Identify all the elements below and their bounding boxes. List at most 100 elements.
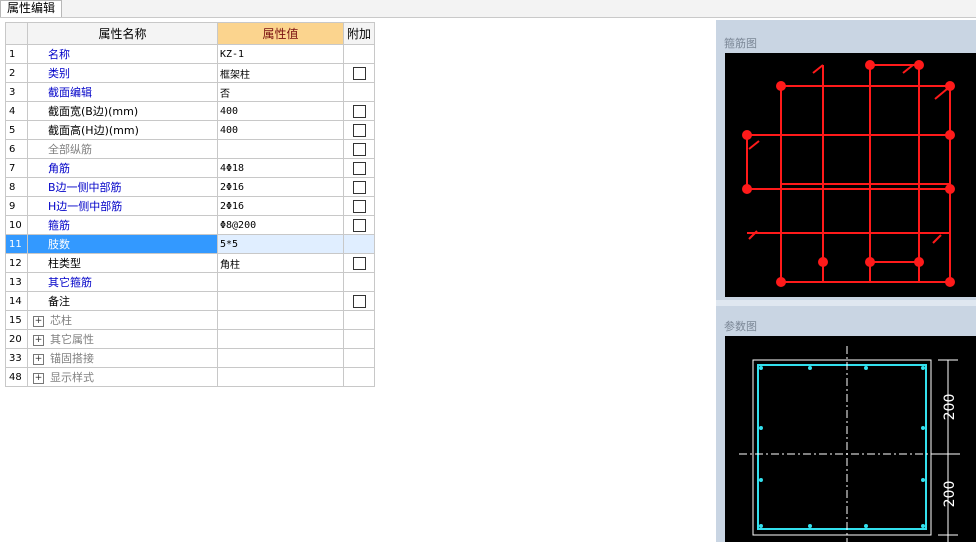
property-value-cell[interactable] xyxy=(217,139,344,159)
table-row[interactable]: 14 备注 xyxy=(5,291,375,311)
row-number: 7 xyxy=(5,158,28,178)
extra-checkbox[interactable] xyxy=(352,142,366,156)
property-value-cell[interactable]: 否 xyxy=(217,82,344,102)
rebar-point xyxy=(945,130,955,140)
property-name-cell[interactable]: + 锚固搭接 xyxy=(27,348,218,368)
property-value-cell[interactable]: 5*5 xyxy=(217,234,344,254)
section-rebar-dot xyxy=(921,524,925,528)
extra-checkbox[interactable] xyxy=(352,199,366,213)
rebar-point xyxy=(914,257,924,267)
extra-cell[interactable] xyxy=(343,215,375,235)
table-row[interactable]: 9 H边一侧中部筋 2Φ16 xyxy=(5,196,375,216)
property-value-cell[interactable]: 角柱 xyxy=(217,253,344,273)
table-row[interactable]: 33 + 锚固搭接 xyxy=(5,348,375,368)
table-row[interactable]: 11 肢数 5*5 xyxy=(5,234,375,254)
param-diagram[interactable]: 200 200 xyxy=(725,336,976,542)
section-rebar-dots xyxy=(759,366,925,528)
property-name-cell[interactable]: 箍筋 xyxy=(27,215,218,235)
header-property-value[interactable]: 属性值 xyxy=(217,22,344,45)
table-row[interactable]: 3 截面编辑 否 xyxy=(5,82,375,102)
extra-checkbox[interactable] xyxy=(352,180,366,194)
extra-checkbox[interactable] xyxy=(352,123,366,137)
extra-checkbox[interactable] xyxy=(352,66,366,80)
tab-property-editor[interactable]: 属性编辑 xyxy=(0,0,63,17)
extra-checkbox[interactable] xyxy=(352,104,366,118)
table-row[interactable]: 2 类别 框架柱 xyxy=(5,63,375,83)
property-value-cell[interactable] xyxy=(217,291,344,311)
extra-checkbox[interactable] xyxy=(352,218,366,232)
row-number: 14 xyxy=(5,291,28,311)
property-name-cell[interactable]: 截面高(H边)(mm) xyxy=(27,120,218,140)
property-value-cell[interactable] xyxy=(217,272,344,292)
extra-cell[interactable] xyxy=(343,120,375,140)
property-name-cell[interactable]: 柱类型 xyxy=(27,253,218,273)
property-name-label: H边一侧中部筋 xyxy=(48,200,123,213)
property-name-cell[interactable]: + 芯柱 xyxy=(27,310,218,330)
property-value-cell[interactable] xyxy=(217,348,344,368)
extra-cell[interactable] xyxy=(343,177,375,197)
property-value-cell[interactable]: KZ-1 xyxy=(217,44,344,64)
extra-checkbox[interactable] xyxy=(352,256,366,270)
row-number: 48 xyxy=(5,367,28,387)
expand-icon[interactable]: + xyxy=(33,353,44,365)
table-row[interactable]: 6 全部纵筋 xyxy=(5,139,375,159)
rebar-point xyxy=(865,60,875,70)
property-name-cell[interactable]: + 其它属性 xyxy=(27,329,218,349)
property-name-cell[interactable]: H边一侧中部筋 xyxy=(27,196,218,216)
expand-icon[interactable]: + xyxy=(33,372,44,384)
property-value-cell[interactable] xyxy=(217,310,344,330)
extra-checkbox[interactable] xyxy=(352,294,366,308)
expand-icon[interactable]: + xyxy=(33,334,44,346)
rebar-diagram-svg xyxy=(742,60,955,287)
property-name-cell[interactable]: 备注 xyxy=(27,291,218,311)
property-value-cell[interactable]: Φ8@200 xyxy=(217,215,344,235)
extra-cell[interactable] xyxy=(343,63,375,83)
property-name-cell[interactable]: 类别 xyxy=(27,63,218,83)
header-extra[interactable]: 附加 xyxy=(343,22,375,45)
table-row[interactable]: 8 B边一侧中部筋 2Φ16 xyxy=(5,177,375,197)
property-name-cell[interactable]: 全部纵筋 xyxy=(27,139,218,159)
table-row[interactable]: 4 截面宽(B边)(mm) 400 xyxy=(5,101,375,121)
property-value-cell[interactable]: 4Φ18 xyxy=(217,158,344,178)
property-value-cell[interactable] xyxy=(217,329,344,349)
table-row[interactable]: 1 名称 KZ-1 xyxy=(5,44,375,64)
property-name-cell[interactable]: 截面编辑 xyxy=(27,82,218,102)
extra-cell[interactable] xyxy=(343,158,375,178)
property-name-cell[interactable]: 角筋 xyxy=(27,158,218,178)
property-value-cell[interactable]: 框架柱 xyxy=(217,63,344,83)
expand-icon[interactable]: + xyxy=(33,315,44,327)
property-value-cell[interactable]: 2Φ16 xyxy=(217,177,344,197)
rebar-diagram[interactable] xyxy=(725,53,976,297)
table-row[interactable]: 12 柱类型 角柱 xyxy=(5,253,375,273)
property-name-cell[interactable]: 截面宽(B边)(mm) xyxy=(27,101,218,121)
hook-mark xyxy=(812,64,824,74)
table-row[interactable]: 10 箍筋 Φ8@200 xyxy=(5,215,375,235)
property-value-cell[interactable]: 2Φ16 xyxy=(217,196,344,216)
property-name-cell[interactable]: 其它箍筋 xyxy=(27,272,218,292)
extra-checkbox[interactable] xyxy=(352,161,366,175)
rebar-point xyxy=(776,81,786,91)
extra-cell[interactable] xyxy=(343,139,375,159)
header-property-name[interactable]: 属性名称 xyxy=(27,22,218,45)
property-name-cell[interactable]: + 显示样式 xyxy=(27,367,218,387)
table-row[interactable]: 13 其它箍筋 xyxy=(5,272,375,292)
table-row[interactable]: 15 + 芯柱 xyxy=(5,310,375,330)
property-value-cell[interactable] xyxy=(217,367,344,387)
property-name-cell[interactable]: 名称 xyxy=(27,44,218,64)
table-row[interactable]: 5 截面高(H边)(mm) 400 xyxy=(5,120,375,140)
table-row[interactable]: 20 + 其它属性 xyxy=(5,329,375,349)
property-value-cell[interactable]: 400 xyxy=(217,101,344,121)
extra-cell[interactable] xyxy=(343,291,375,311)
property-name-cell[interactable]: B边一侧中部筋 xyxy=(27,177,218,197)
table-row[interactable]: 48 + 显示样式 xyxy=(5,367,375,387)
extra-cell[interactable] xyxy=(343,101,375,121)
property-name-cell[interactable]: 肢数 xyxy=(27,234,218,254)
extra-cell xyxy=(343,82,375,102)
property-value-cell[interactable]: 400 xyxy=(217,120,344,140)
extra-cell[interactable] xyxy=(343,253,375,273)
param-diagram-svg: 200 200 xyxy=(739,346,963,542)
extra-cell[interactable] xyxy=(343,196,375,216)
table-row[interactable]: 7 角筋 4Φ18 xyxy=(5,158,375,178)
row-number: 15 xyxy=(5,310,28,330)
panel-splitter[interactable] xyxy=(716,300,976,306)
